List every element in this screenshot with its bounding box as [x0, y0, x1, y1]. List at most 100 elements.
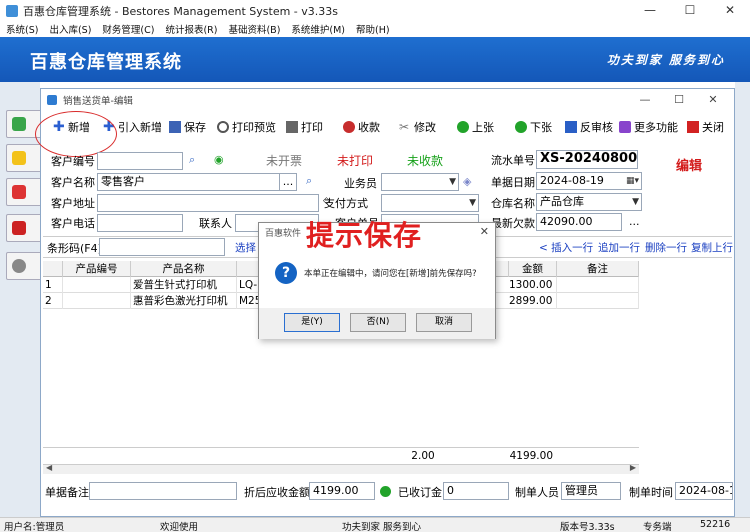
unapprove-icon: [565, 121, 577, 133]
more-functions-button[interactable]: 更多功能: [619, 119, 678, 135]
close-doc-icon: [687, 121, 699, 133]
delete-row-link[interactable]: 删除一行: [645, 240, 687, 255]
append-row-link[interactable]: 追加一行: [598, 240, 640, 255]
pay-method-select[interactable]: ▼: [381, 194, 479, 212]
receive-payment-icon: [343, 121, 355, 133]
print-preview-button[interactable]: 打印预览: [217, 119, 276, 135]
child-minimize-icon[interactable]: —: [628, 89, 662, 111]
no-button[interactable]: 否(N): [350, 313, 406, 332]
highlight-circle: [35, 111, 117, 157]
customer-picker-button[interactable]: ...: [279, 173, 297, 191]
print-status: 未打印: [337, 154, 374, 168]
status-welcome: 欢迎使用: [160, 522, 199, 532]
dialog-message: 本单正在编辑中，请问您在[新增]前先保存吗?: [304, 269, 477, 279]
menu-help[interactable]: 帮助(H): [356, 22, 390, 36]
balance-more-button[interactable]: ...: [629, 215, 640, 228]
customer-phone-label: 客户电话: [51, 217, 95, 230]
customer-code-input[interactable]: [97, 152, 183, 170]
discount-amount-input[interactable]: 4199.00: [309, 482, 375, 500]
dialog-button-bar: 是(Y) 否(N) 取消: [259, 308, 495, 339]
banner-title: 百惠仓库管理系统: [30, 52, 182, 73]
app-title: 百惠仓库管理系统 - Bestores Management System - …: [23, 4, 338, 18]
save-button[interactable]: 保存: [169, 119, 206, 135]
question-icon: ?: [275, 262, 297, 284]
unapprove-button[interactable]: 反审核: [565, 119, 613, 135]
child-title: 销售送货单-编辑: [63, 96, 133, 107]
salesman-select[interactable]: ▼: [381, 173, 459, 191]
menu-finance[interactable]: 财务管理(C): [102, 22, 154, 36]
next-icon: [515, 121, 527, 133]
close-icon[interactable]: ✕: [710, 0, 750, 21]
maker-input: 管理员: [561, 482, 621, 500]
col-product-code[interactable]: 产品编号: [63, 261, 131, 277]
maximize-icon[interactable]: ☐: [670, 0, 710, 21]
discount-label: 折后应收金额: [244, 486, 310, 499]
warehouse-select[interactable]: 产品仓库 ▼: [536, 193, 642, 211]
received-input[interactable]: 0: [443, 482, 509, 500]
customer-address-input[interactable]: [97, 194, 319, 212]
print-button[interactable]: 打印: [286, 119, 323, 135]
serial-input[interactable]: XS-202408006: [536, 150, 638, 169]
close-button[interactable]: 关闭: [687, 119, 724, 135]
child-close-icon[interactable]: ✕: [696, 89, 730, 111]
customer-address-label: 客户地址: [51, 197, 95, 210]
menu-stock[interactable]: 出入库(S): [49, 22, 91, 36]
scroll-right-icon[interactable]: ▶: [630, 463, 636, 472]
customer-phone-input[interactable]: [97, 214, 183, 232]
barcode-label: 条形码(F4): [47, 242, 102, 255]
insert-row-link[interactable]: < 插入一行: [539, 240, 593, 255]
save-icon: [169, 121, 181, 133]
remark-label: 单据备注: [45, 486, 89, 499]
paid-indicator-icon: [380, 486, 391, 497]
copy-row-link[interactable]: 复制上行: [691, 240, 733, 255]
save-hint-annotation: 提示保存: [306, 219, 423, 252]
window-controls: — ☐ ✕: [630, 0, 750, 21]
col-remark[interactable]: 备注: [557, 261, 639, 277]
toolbar: ✚ 新增 ✚ 引入新增 保存 打印预览 打印 收款 ✂ 修改 上张 下张 反审核 更多…: [41, 115, 734, 139]
chevron-down-icon: ▼: [469, 198, 476, 208]
maker-label: 制单人员: [515, 486, 559, 499]
remark-input[interactable]: [89, 482, 237, 500]
scroll-left-icon[interactable]: ◀: [46, 463, 52, 472]
menu-basic-data[interactable]: 基础资料(B): [228, 22, 280, 36]
chevron-down-icon: ▼: [449, 177, 456, 187]
refresh-icon[interactable]: ◉: [214, 153, 224, 166]
search-icon[interactable]: ⌕: [189, 153, 195, 167]
menu-system[interactable]: 系统(S): [6, 22, 38, 36]
nav-button-settings[interactable]: [6, 252, 44, 280]
menu-maintenance[interactable]: 系统维护(M): [291, 22, 345, 36]
nav-button-favorites[interactable]: [6, 144, 44, 172]
barcode-input[interactable]: [99, 238, 225, 256]
nav-button-tools[interactable]: [6, 178, 44, 206]
doc-icon: [47, 95, 57, 105]
customer-search-icon[interactable]: ⌕: [306, 174, 312, 188]
cancel-button[interactable]: 取消: [416, 313, 472, 332]
customer-name-input[interactable]: 零售客户: [97, 173, 297, 191]
edit-button[interactable]: ✂ 修改: [399, 119, 436, 135]
gear-icon: [12, 259, 26, 273]
prev-button[interactable]: 上张: [457, 119, 494, 135]
yes-button[interactable]: 是(Y): [284, 313, 340, 332]
horizontal-scrollbar[interactable]: ◀ ▶: [43, 463, 639, 474]
calendar-icon[interactable]: ▦▾: [626, 173, 639, 189]
nav-button-reports[interactable]: [6, 214, 44, 242]
select-product-link[interactable]: 选择: [235, 240, 256, 255]
receive-payment-button[interactable]: 收款: [343, 119, 380, 135]
table-total-row: 2.00 4199.00: [43, 447, 639, 463]
minimize-icon[interactable]: —: [630, 0, 670, 21]
total-quantity: 2.00: [411, 450, 435, 462]
date-label: 单据日期: [491, 176, 535, 189]
col-product-name[interactable]: 产品名称: [131, 261, 237, 277]
dialog-close-icon[interactable]: ✕: [480, 225, 489, 238]
date-input[interactable]: 2024-08-19 ▦▾: [536, 172, 642, 190]
salesman-lookup-icon[interactable]: ◈: [463, 175, 471, 188]
next-button[interactable]: 下张: [515, 119, 552, 135]
total-amount: 4199.00: [509, 450, 553, 462]
edit-icon: ✂: [399, 120, 410, 134]
menu-reports[interactable]: 统计报表(R): [165, 22, 217, 36]
customer-code-label: 客户编号: [51, 155, 95, 168]
child-maximize-icon[interactable]: ☐: [662, 89, 696, 111]
pay-method-label: 支付方式: [324, 197, 368, 210]
balance-label: 最新欠款: [491, 217, 535, 230]
col-amount[interactable]: 金额: [509, 261, 557, 277]
